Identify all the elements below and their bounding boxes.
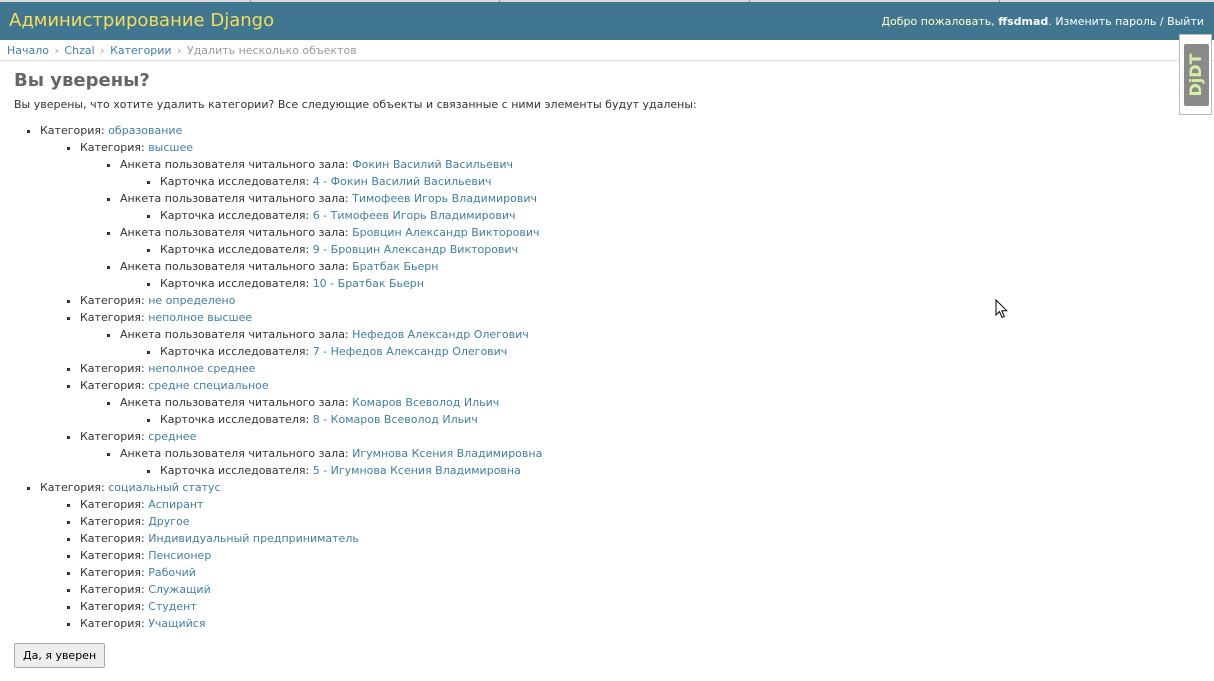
list-item: Категория: Индивидуальный предпринимател… — [80, 530, 542, 547]
user-tools-separator: / — [1159, 15, 1164, 28]
deleted-objects-tree: Категория: образование Категория: высшее… — [40, 122, 542, 632]
list-item: Категория: социальный статус Категория: … — [40, 479, 542, 632]
researcher-card-link[interactable]: 10 - Братбак Бьерн — [313, 277, 424, 290]
category-link[interactable]: Другое — [148, 515, 189, 528]
list-item: Категория: Другое — [80, 513, 542, 530]
reader-form-link[interactable]: Бровцин Александр Викторович — [352, 226, 539, 239]
category-link[interactable]: Студент — [148, 600, 197, 613]
category-link[interactable]: Аспирант — [148, 498, 203, 511]
list-item: Категория: Служащий — [80, 581, 542, 598]
researcher-card-link[interactable]: 8 - Комаров Всеволод Ильич — [313, 413, 478, 426]
list-item: Категория: среднее Анкета пользователя ч… — [80, 428, 542, 479]
breadcrumb-home[interactable]: Начало — [7, 44, 49, 57]
list-item: Карточка исследователя: 5 - Игумнова Ксе… — [160, 462, 542, 479]
list-item: Категория: Студент — [80, 598, 542, 615]
category-link[interactable]: Служащий — [148, 583, 211, 596]
category-link[interactable]: не определено — [148, 294, 235, 307]
breadcrumb: Начало › Chzal › Категории › Удалить нес… — [0, 40, 1214, 61]
list-item: Карточка исследователя: 10 - Братбак Бье… — [160, 275, 542, 292]
reader-form-link[interactable]: Тимофеев Игорь Владимирович — [352, 192, 537, 205]
breadcrumb-app[interactable]: Chzal — [64, 44, 94, 57]
mouse-cursor-icon — [995, 299, 1009, 319]
admin-header: Администрирование Django Добро пожаловат… — [0, 2, 1214, 40]
list-item: Анкета пользователя читального зала: Бро… — [120, 224, 542, 258]
researcher-card-link[interactable]: 6 - Тимофеев Игорь Владимирович — [313, 209, 516, 222]
category-link[interactable]: социальный статус — [108, 481, 220, 494]
reader-form-link[interactable]: Фокин Василий Васильевич — [352, 158, 513, 171]
category-link[interactable]: Индивидуальный предприниматель — [148, 532, 359, 545]
change-password-link[interactable]: Изменить пароль — [1055, 15, 1156, 28]
category-link[interactable]: образование — [108, 124, 182, 137]
reader-form-link[interactable]: Комаров Всеволод Ильич — [352, 396, 499, 409]
content: Вы уверены? Вы уверены, что хотите удали… — [14, 70, 1194, 113]
list-item: Карточка исследователя: 4 - Фокин Васили… — [160, 173, 542, 190]
list-item: Категория: Учащийся — [80, 615, 542, 632]
reader-form-link[interactable]: Братбак Бьерн — [352, 260, 438, 273]
researcher-card-link[interactable]: 4 - Фокин Василий Васильевич — [313, 175, 492, 188]
researcher-card-link[interactable]: 5 - Игумнова Ксения Владимировна — [313, 464, 521, 477]
list-item: Категория: высшее Анкета пользователя чи… — [80, 139, 542, 292]
breadcrumb-model[interactable]: Категории — [110, 44, 172, 57]
list-item: Категория: не определено — [80, 292, 542, 309]
breadcrumb-current: Удалить несколько объектов — [186, 44, 357, 57]
logout-link[interactable]: Выйти — [1167, 15, 1204, 28]
deleted-objects-list: Категория: образование Категория: высшее… — [40, 122, 542, 632]
confirm-delete-button[interactable]: Да, я уверен — [14, 643, 106, 668]
category-link[interactable]: средне специальное — [148, 379, 268, 392]
reader-form-link[interactable]: Нефедов Александр Олегович — [352, 328, 529, 341]
list-item: Анкета пользователя читального зала: Неф… — [120, 326, 542, 360]
site-title[interactable]: Администрирование Django — [9, 10, 274, 31]
list-item: Анкета пользователя читального зала: Ком… — [120, 394, 542, 428]
page-title: Вы уверены? — [14, 70, 150, 91]
list-item: Категория: Пенсионер — [80, 547, 542, 564]
breadcrumb-separator: › — [100, 44, 105, 57]
breadcrumb-separator: › — [54, 44, 59, 57]
welcome-text: Добро пожаловать, — [881, 15, 995, 28]
category-link[interactable]: неполное среднее — [148, 362, 255, 375]
category-link[interactable]: Рабочий — [148, 566, 196, 579]
list-item: Категория: неполное высшее Анкета пользо… — [80, 309, 542, 360]
list-item: Карточка исследователя: 9 - Бровцин Алек… — [160, 241, 542, 258]
reader-form-link[interactable]: Игумнова Ксения Владимировна — [352, 447, 542, 460]
researcher-card-link[interactable]: 7 - Нефедов Александр Олегович — [313, 345, 508, 358]
list-item: Категория: неполное среднее — [80, 360, 542, 377]
list-item: Анкета пользователя читального зала: Фок… — [120, 156, 542, 190]
list-item: Категория: средне специальное Анкета пол… — [80, 377, 542, 428]
category-link[interactable]: высшее — [148, 141, 193, 154]
list-item: Карточка исследователя: 7 - Нефедов Алек… — [160, 343, 542, 360]
category-link[interactable]: неполное высшее — [148, 311, 252, 324]
list-item: Категория: образование Категория: высшее… — [40, 122, 542, 479]
list-item: Анкета пользователя читального зала: Бра… — [120, 258, 542, 292]
list-item: Категория: Аспирант — [80, 496, 542, 513]
category-link[interactable]: среднее — [148, 430, 196, 443]
delete-confirmation-question: Вы уверены, что хотите удалить категории… — [14, 98, 697, 111]
list-item: Карточка исследователя: 8 - Комаров Всев… — [160, 411, 542, 428]
list-item: Анкета пользователя читального зала: Игу… — [120, 445, 542, 479]
category-link[interactable]: Учащийся — [148, 617, 205, 630]
list-item: Карточка исследователя: 6 - Тимофеев Иго… — [160, 207, 542, 224]
breadcrumb-separator: › — [177, 44, 182, 57]
list-item: Анкета пользователя читального зала: Тим… — [120, 190, 542, 224]
user-tools: Добро пожаловать, ffsdmad. Изменить паро… — [881, 15, 1204, 28]
list-item: Категория: Рабочий — [80, 564, 542, 581]
category-link[interactable]: Пенсионер — [148, 549, 211, 562]
researcher-card-link[interactable]: 9 - Бровцин Александр Викторович — [313, 243, 518, 256]
username: ffsdmad — [998, 15, 1049, 28]
